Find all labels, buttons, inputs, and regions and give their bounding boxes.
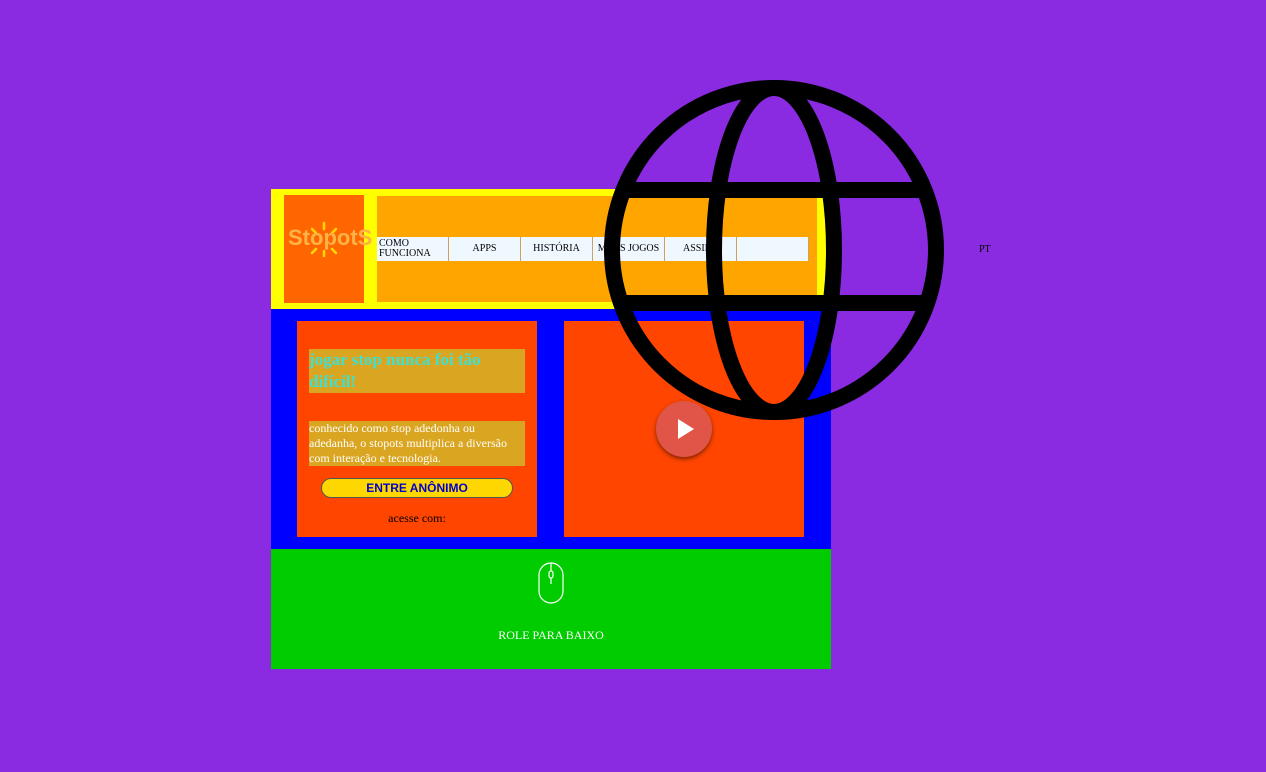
enter-anonymous-button[interactable]: ENTRE ANÔNIMO — [321, 478, 513, 498]
hero-headline: jogar stop nunca foi tão difícil! — [309, 349, 525, 393]
scroll-down-section[interactable]: ROLE PARA BAIXO — [271, 549, 831, 669]
hero-description: conhecido como stop adedonha ou adedanha… — [309, 421, 525, 466]
logo[interactable]: StopotS — [284, 195, 372, 303]
nav-item-apps[interactable]: APPS — [449, 237, 521, 261]
nav-item-como-funciona[interactable]: COMO FUNCIONA — [377, 237, 449, 261]
nav-item-historia[interactable]: HISTÓRIA — [521, 237, 593, 261]
language-selector[interactable]: PT — [979, 244, 991, 255]
logo-text: StopotS — [288, 225, 373, 250]
scroll-down-label: ROLE PARA BAIXO — [498, 628, 604, 642]
access-with-label: acesse com: — [388, 511, 446, 525]
intro-card: jogar stop nunca foi tão difícil! conhec… — [297, 321, 537, 537]
mouse-icon — [538, 562, 564, 604]
globe-icon[interactable] — [602, 78, 946, 422]
